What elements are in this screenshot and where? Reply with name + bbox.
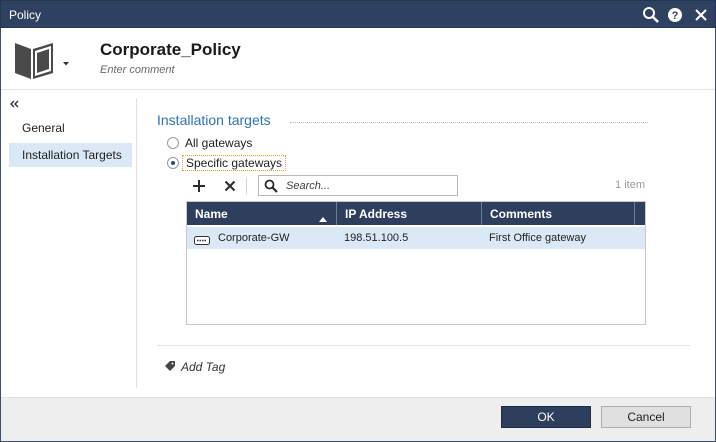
nav-item-installation-targets[interactable]: Installation Targets [9,143,132,167]
close-icon[interactable] [691,5,711,25]
column-header-label: IP Address [345,207,408,221]
header-divider [1,89,715,90]
table-row[interactable]: Corporate-GW 198.51.100.5 First Office g… [187,227,645,249]
gateway-icon [194,234,210,245]
column-header-ip-address[interactable]: IP Address [337,202,482,225]
window-title: Policy [9,8,42,22]
comment-field[interactable]: Enter comment [100,64,175,76]
window-titlebar: Policy ? [0,0,716,28]
search-input[interactable] [286,178,452,193]
radio-specific-gateways[interactable]: Specific gateways [167,155,287,171]
ok-button[interactable]: OK [501,406,591,428]
plus-icon[interactable] [189,177,209,195]
item-count: 1 item [615,179,645,191]
x-icon[interactable] [220,177,240,195]
section-divider [290,122,648,123]
section-title: Installation targets [157,112,271,128]
tags-divider [157,345,690,346]
chevron-down-icon[interactable] [62,56,70,66]
nav-item-general[interactable]: General [9,116,132,140]
double-chevron-left-icon[interactable] [9,98,19,108]
help-icon[interactable]: ? [665,5,685,25]
svg-text:?: ? [672,10,679,22]
sort-ascending-icon [319,211,327,222]
policy-name[interactable]: Corporate_Policy [100,40,241,60]
search-icon [264,179,278,193]
radio-button[interactable] [167,157,179,169]
search-box[interactable] [258,175,458,196]
cell-name: Corporate-GW [218,232,290,244]
policy-book-icon[interactable] [13,41,57,81]
toolbar-divider [246,178,247,194]
tag-icon [164,360,176,375]
column-header-comments[interactable]: Comments [482,202,635,225]
radio-label: All gateways [185,136,253,150]
cell-comments: First Office gateway [489,232,586,244]
column-header-label: Comments [490,207,553,221]
cancel-button[interactable]: Cancel [601,406,691,428]
radio-button[interactable] [167,137,179,149]
add-tag-label: Add Tag [181,360,226,374]
policy-header: Corporate_Policy Enter comment [1,28,715,88]
add-tag-link[interactable]: Add Tag [164,359,225,375]
cell-ip-address: 198.51.100.5 [344,232,409,244]
table-header: Name IP Address Comments [187,202,645,225]
nav-item-label: Installation Targets [22,148,122,162]
nav-item-label: General [22,121,65,135]
gateways-table: Name IP Address Comments Corporate-GW 19… [186,201,646,325]
radio-label: Specific gateways [182,155,287,171]
column-header-label: Name [195,207,228,221]
search-icon[interactable] [641,5,661,25]
column-header-name[interactable]: Name [187,202,337,225]
radio-all-gateways[interactable]: All gateways [167,135,252,151]
nav-divider [136,98,137,388]
